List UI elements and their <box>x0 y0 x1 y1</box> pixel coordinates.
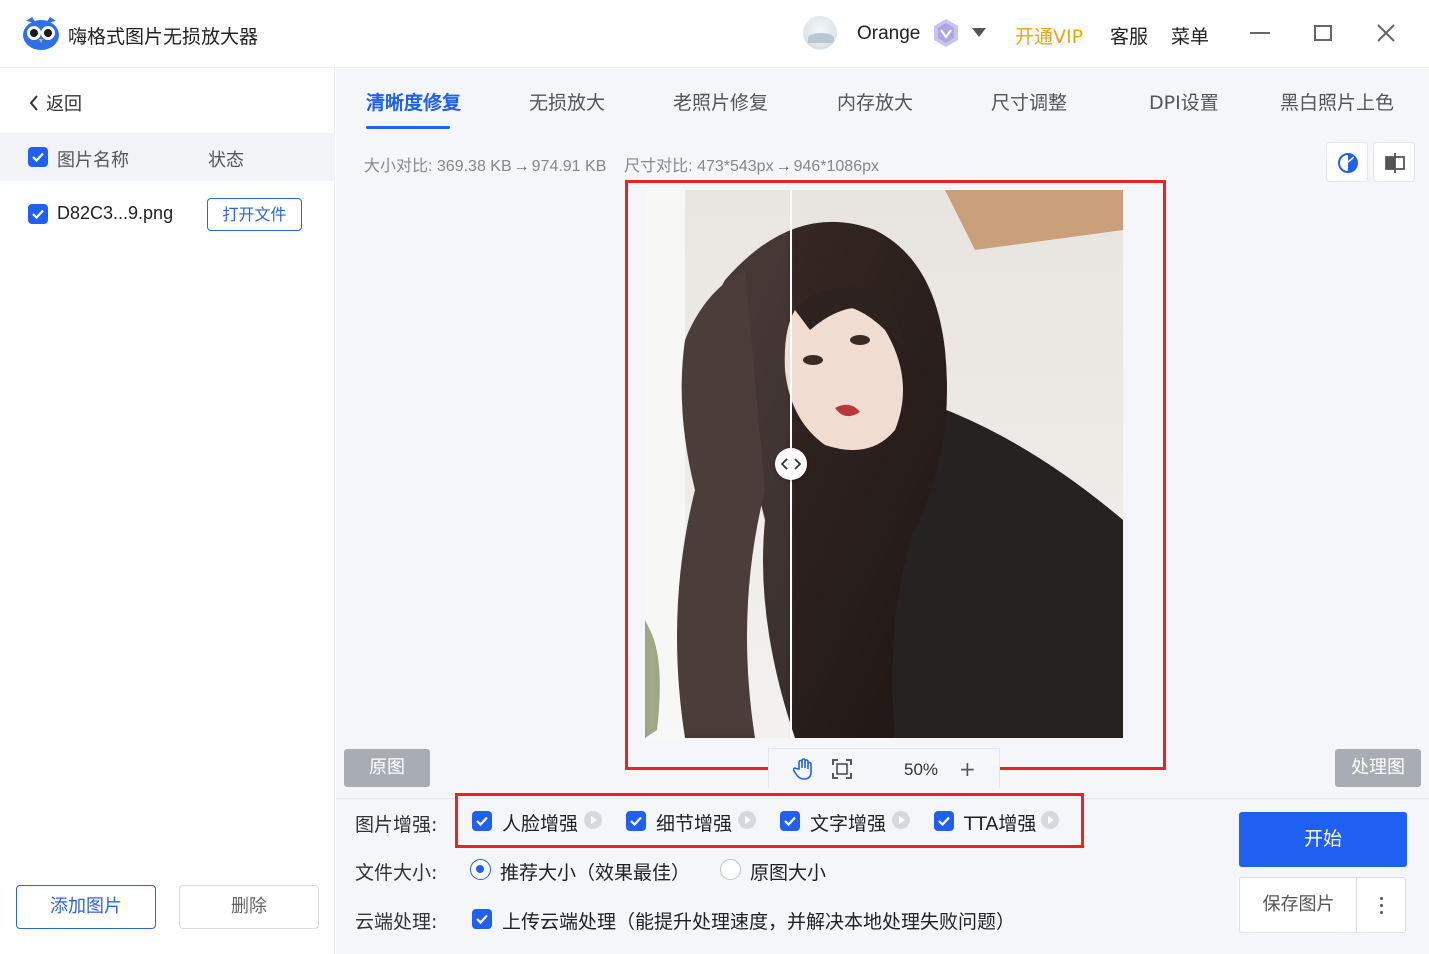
check-icon <box>32 152 44 163</box>
recommended-size-radio[interactable] <box>470 859 491 880</box>
recommended-size-label: 推荐大小（效果最佳） <box>500 862 691 884</box>
file-list-header: 图片名称 状态 <box>0 133 335 181</box>
split-view-button[interactable] <box>1373 142 1415 182</box>
check-icon <box>32 209 44 220</box>
play-demo-icon[interactable] <box>738 811 756 829</box>
play-demo-icon[interactable] <box>584 811 602 829</box>
user-avatar[interactable] <box>803 16 837 50</box>
open-file-button[interactable]: 打开文件 <box>207 198 302 231</box>
face-enhance-label: 人脸增强 <box>502 813 579 835</box>
check-icon <box>938 816 950 827</box>
tab-dpi-settings[interactable]: DPI设置 <box>1149 88 1219 115</box>
split-view-icon <box>1385 153 1405 173</box>
delete-button[interactable]: 删除 <box>179 885 319 929</box>
arrow-right-icon: → <box>775 158 792 175</box>
back-label: 返回 <box>46 94 82 115</box>
start-button[interactable]: 开始 <box>1239 812 1407 867</box>
column-header-name: 图片名称 <box>57 150 129 171</box>
file-size-label: 文件大小: <box>355 862 438 884</box>
original-image-tag: 原图 <box>344 749 430 787</box>
fit-screen-icon[interactable] <box>831 758 853 780</box>
processed-image-tag: 处理图 <box>1335 749 1421 787</box>
tab-size-adjust[interactable]: 尺寸调整 <box>991 88 1067 115</box>
more-dot <box>1380 911 1383 914</box>
options-panel: 图片增强: 人脸增强 细节增强 文字增强 TTA增强 文件大小: 推荐大小（效果… <box>336 793 1429 954</box>
tab-lossless-upscale[interactable]: 无损放大 <box>529 88 605 115</box>
dimension-to: 946*1086px <box>793 158 879 175</box>
size-to: 974.91 KB <box>531 158 607 175</box>
text-enhance-checkbox[interactable] <box>780 811 800 831</box>
active-tab-indicator <box>366 126 450 129</box>
select-all-checkbox[interactable] <box>28 147 48 167</box>
dimension-compare-label: 尺寸对比: <box>624 158 693 175</box>
face-enhance-checkbox[interactable] <box>472 811 492 831</box>
check-icon <box>630 816 642 827</box>
menu-link[interactable]: 菜单 <box>1171 22 1209 49</box>
dimension-from: 473*543px <box>697 158 774 175</box>
enhance-label: 图片增强: <box>355 814 438 836</box>
tta-enhance-checkbox[interactable] <box>934 811 954 831</box>
more-dot <box>1380 897 1383 900</box>
tta-enhance-label: TTA增强 <box>964 813 1037 835</box>
zoom-level: 50% <box>904 760 939 779</box>
compare-highlight-box <box>625 180 1166 770</box>
arrow-right-icon: → <box>513 158 530 175</box>
owl-logo-icon <box>23 17 59 50</box>
hand-pan-icon[interactable] <box>793 757 815 781</box>
size-from: 369.38 KB <box>436 158 512 175</box>
title-bar: 嗨格式图片无损放大器 Orange 开通VIP 客服 菜单 <box>0 0 1429 68</box>
chevron-left-icon <box>29 95 38 111</box>
original-size-radio[interactable] <box>720 859 741 880</box>
zoom-in-button[interactable]: + <box>959 757 976 781</box>
play-demo-icon[interactable] <box>892 811 910 829</box>
tab-old-photo-repair[interactable]: 老照片修复 <box>673 88 768 115</box>
tab-colorize[interactable]: 黑白照片上色 <box>1280 88 1394 115</box>
file-name: D82C3...9.png <box>57 203 174 223</box>
contrast-icon <box>1338 153 1358 173</box>
user-dropdown-caret-icon[interactable] <box>972 28 986 37</box>
add-image-button[interactable]: 添加图片 <box>16 885 156 929</box>
file-checkbox[interactable] <box>28 204 48 224</box>
original-size-label: 原图大小 <box>750 862 827 884</box>
file-sidebar: 返回 图片名称 状态 D82C3...9.png 打开文件 添加图片 删除 <box>0 68 335 954</box>
cloud-upload-label: 上传云端处理（能提升处理速度，并解决本地处理失败问题） <box>502 911 1016 933</box>
save-image-button[interactable]: 保存图片 <box>1239 877 1357 933</box>
open-vip-link[interactable]: 开通VIP <box>1015 22 1083 49</box>
vip-gem-icon <box>934 19 958 47</box>
more-options-button[interactable] <box>1356 877 1406 933</box>
file-list-item[interactable]: D82C3...9.png 打开文件 <box>0 198 335 232</box>
tab-memory-enlarge[interactable]: 内存放大 <box>837 88 913 115</box>
detail-enhance-checkbox[interactable] <box>626 811 646 831</box>
app-title: 嗨格式图片无损放大器 <box>68 26 259 48</box>
close-icon[interactable] <box>1373 20 1399 46</box>
cloud-processing-label: 云端处理: <box>355 911 438 933</box>
cloud-upload-checkbox[interactable] <box>472 909 492 929</box>
contrast-view-button[interactable] <box>1326 142 1368 182</box>
play-demo-icon[interactable] <box>1041 811 1059 829</box>
detail-enhance-label: 细节增强 <box>656 813 733 835</box>
feature-tabs: 清晰度修复 无损放大 老照片修复 内存放大 尺寸调整 DPI设置 黑白照片上色 <box>336 68 1429 132</box>
back-button[interactable]: 返回 <box>28 90 82 116</box>
text-enhance-label: 文字增强 <box>810 813 887 835</box>
tab-clarity-repair[interactable]: 清晰度修复 <box>366 88 461 115</box>
minimize-icon[interactable] <box>1250 32 1270 34</box>
check-icon <box>784 816 796 827</box>
zoom-toolbar: 50% + <box>768 748 1000 788</box>
check-icon <box>476 914 488 925</box>
maximize-icon[interactable] <box>1314 25 1332 41</box>
check-icon <box>476 816 488 827</box>
size-compare-label: 大小对比: <box>364 158 433 175</box>
comparison-info: 大小对比: 369.38 KB → 974.91 KB 尺寸对比: 473*543p… <box>364 152 879 176</box>
column-header-status: 状态 <box>208 150 244 171</box>
customer-service-link[interactable]: 客服 <box>1110 22 1148 49</box>
user-name[interactable]: Orange <box>857 23 920 45</box>
more-dot <box>1380 904 1383 907</box>
